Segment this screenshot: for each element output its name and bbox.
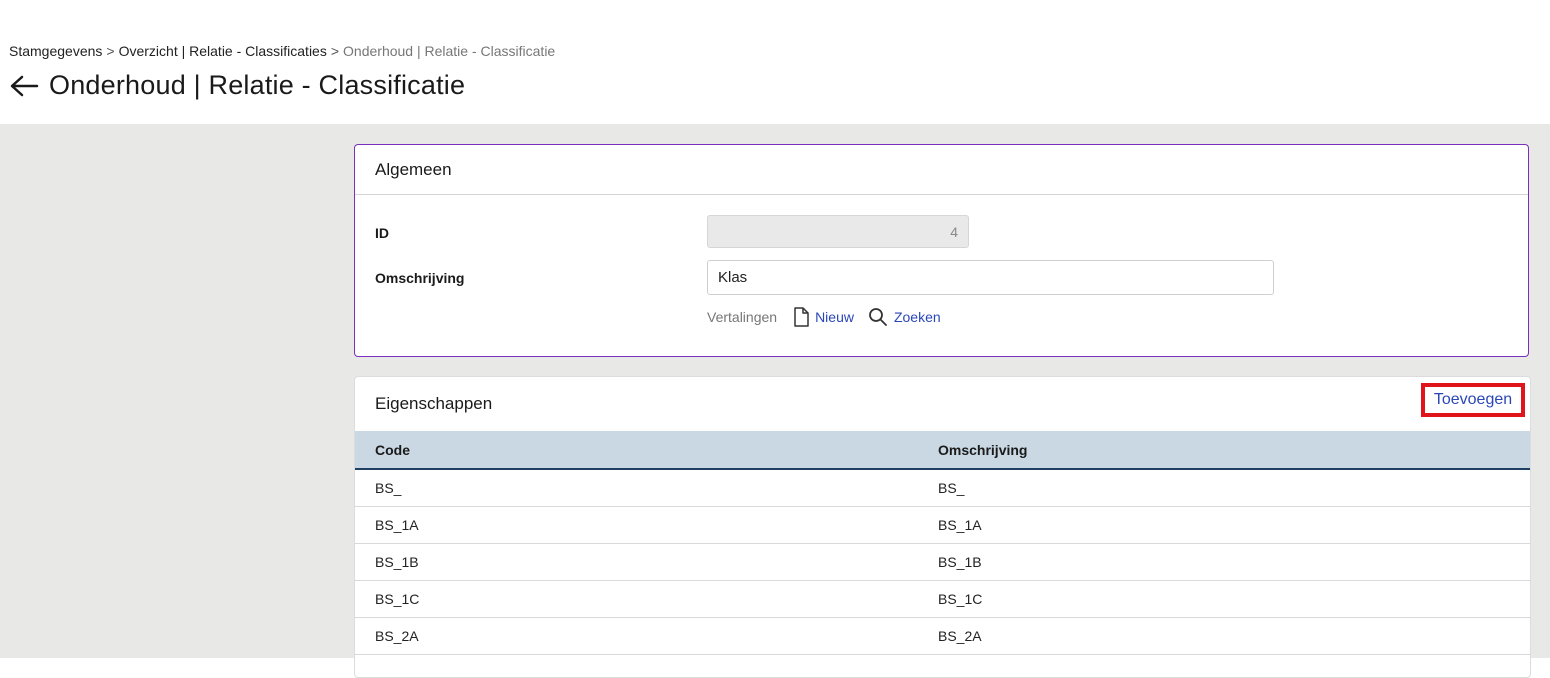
cell-description: BS_2A xyxy=(918,617,1530,655)
page-title: Onderhoud | Relatie - Classificatie xyxy=(49,70,466,100)
table-row[interactable]: BS_2A BS_2A xyxy=(355,617,1530,655)
breadcrumb-separator: > xyxy=(330,43,340,59)
general-card-title: Algemeen xyxy=(355,145,1528,195)
translations-label: Vertalingen xyxy=(707,309,778,325)
search-translation-link[interactable]: Zoeken xyxy=(868,307,941,327)
new-translation-link[interactable]: Nieuw xyxy=(793,307,854,327)
new-translation-label: Nieuw xyxy=(815,309,854,325)
cell-code: BS_1C xyxy=(355,580,918,618)
column-header-code[interactable]: Code xyxy=(355,431,918,469)
description-label: Omschrijving xyxy=(375,270,465,286)
cell-code: BS_1A xyxy=(355,506,918,544)
search-icon xyxy=(869,308,887,326)
properties-header: Eigenschappen Toevoegen xyxy=(355,377,1530,431)
back-arrow-icon[interactable] xyxy=(9,71,39,101)
table-header-row: Code Omschrijving xyxy=(355,431,1530,469)
cell-code: BS_2A xyxy=(355,617,918,655)
table-row[interactable]: BS_1B BS_1B xyxy=(355,543,1530,581)
cell-description: BS_1A xyxy=(918,506,1530,544)
table-row[interactable]: BS_1C BS_1C xyxy=(355,580,1530,618)
id-label: ID xyxy=(375,225,389,241)
breadcrumb-item-stamgegevens[interactable]: Stamgegevens xyxy=(9,43,102,59)
breadcrumb-current: Onderhoud | Relatie - Classificatie xyxy=(343,43,556,59)
translations-row: Vertalingen Nieuw Zoeken xyxy=(707,307,941,327)
properties-title: Eigenschappen xyxy=(375,394,493,413)
properties-card: Eigenschappen Toevoegen Code Omschrijvin… xyxy=(354,376,1531,678)
cell-description: BS_ xyxy=(918,469,1530,507)
page-header: Stamgegevens > Overzicht | Relatie - Class… xyxy=(0,0,1550,124)
main-content: Algemeen ID 4 Omschrijving Klas Vertalin… xyxy=(0,124,1550,678)
general-card: Algemeen ID 4 Omschrijving Klas Vertalin… xyxy=(354,144,1529,357)
breadcrumb-item-overzicht[interactable]: Overzicht | Relatie - Classificaties xyxy=(119,43,327,59)
cell-description: BS_1C xyxy=(918,580,1530,618)
breadcrumb-separator: > xyxy=(106,43,115,59)
id-field: 4 xyxy=(707,215,969,248)
cell-description: BS_1B xyxy=(918,543,1530,581)
title-row: Onderhoud | Relatie - Classificatie xyxy=(9,70,465,101)
description-input[interactable]: Klas xyxy=(707,260,1274,295)
search-translation-label: Zoeken xyxy=(893,309,941,325)
add-property-button[interactable]: Toevoegen xyxy=(1421,383,1525,417)
table-row[interactable]: BS_1A BS_1A xyxy=(355,506,1530,544)
column-header-description[interactable]: Omschrijving xyxy=(918,431,1530,469)
cell-code: BS_1B xyxy=(355,543,918,581)
table-row[interactable]: BS_ BS_ xyxy=(355,469,1530,507)
breadcrumb: Stamgegevens > Overzicht | Relatie - Class… xyxy=(9,43,555,59)
properties-table: Code Omschrijving BS_ BS_ BS_1A BS_1A BS… xyxy=(355,431,1530,655)
cell-code: BS_ xyxy=(355,469,918,507)
document-icon xyxy=(794,307,809,327)
